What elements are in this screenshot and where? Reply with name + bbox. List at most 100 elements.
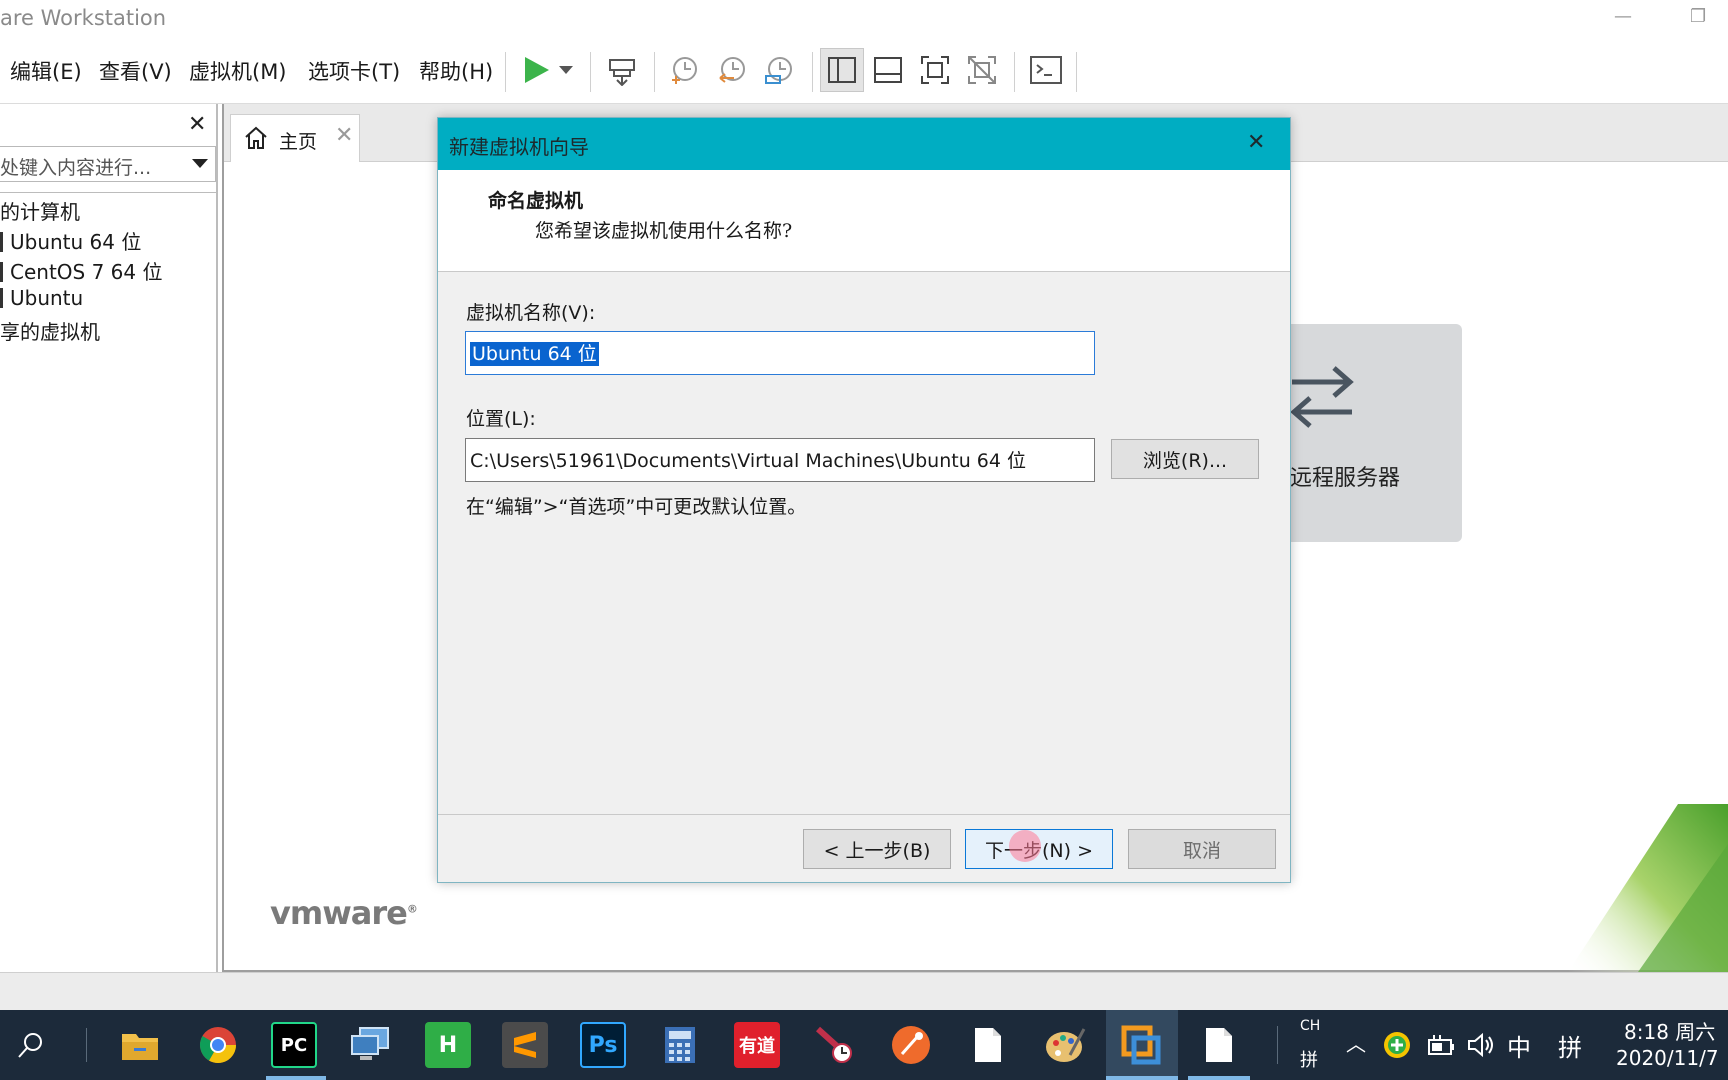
security-tray-icon[interactable] xyxy=(1378,1026,1416,1064)
vm-name-label: 虚拟机名称(V): xyxy=(466,302,596,324)
hbuilder-icon[interactable]: H xyxy=(425,1022,471,1068)
clock-time[interactable]: 8:18 周六 xyxy=(1624,1016,1715,1045)
running-indicator xyxy=(1106,1076,1178,1080)
ime-small-indicator[interactable]: 拼 xyxy=(1300,1046,1318,1072)
dialog-footer-divider xyxy=(438,814,1290,815)
cursor-click-indicator xyxy=(1009,830,1041,862)
windows-taskbar: PC H Ps 有道 CH 拼 ︿ 中 拼 8:18 周六 2020/11/7 xyxy=(0,1010,1728,1080)
tree-item-vm[interactable]: Ubuntu xyxy=(0,286,83,310)
paint-icon[interactable] xyxy=(1042,1022,1088,1068)
vm-icon xyxy=(0,262,3,282)
thumbnail-view-icon[interactable] xyxy=(866,48,910,92)
pycharm-icon[interactable]: PC xyxy=(271,1022,317,1068)
running-indicator xyxy=(266,1076,326,1080)
tree-item-vm[interactable]: CentOS 7 64 位 xyxy=(0,256,162,285)
transfer-arrows-icon xyxy=(1290,366,1354,428)
dialog-close-icon[interactable]: ✕ xyxy=(1247,130,1265,155)
home-icon xyxy=(245,126,267,149)
menu-view[interactable]: 查看(V) xyxy=(99,56,172,86)
location-hint: 在“编辑”>“首选项”中可更改默认位置。 xyxy=(466,496,807,518)
minimize-button[interactable]: — xyxy=(1614,6,1632,27)
postman-icon[interactable] xyxy=(888,1022,934,1068)
menu-tabs[interactable]: 选项卡(T) xyxy=(308,56,400,86)
chevron-down-icon[interactable] xyxy=(192,159,208,168)
file-explorer-icon[interactable] xyxy=(117,1022,163,1068)
vmware-logo: vmware® xyxy=(270,894,418,932)
location-input[interactable]: C:\Users\51961\Documents\Virtual Machine… xyxy=(465,438,1095,482)
browse-button[interactable]: 浏览(R)... xyxy=(1111,439,1259,479)
tab-home-label: 主页 xyxy=(279,131,318,153)
console-icon[interactable] xyxy=(1024,48,1068,92)
toolbar-separator xyxy=(590,52,591,92)
calculator-icon[interactable] xyxy=(657,1022,703,1068)
menu-help[interactable]: 帮助(H) xyxy=(419,56,493,86)
library-search-placeholder: 处键入内容进行... xyxy=(0,157,152,179)
close-tab-icon[interactable]: ✕ xyxy=(335,123,353,148)
screen-pen-icon[interactable] xyxy=(811,1022,857,1068)
volume-icon[interactable] xyxy=(1462,1026,1500,1064)
library-sidebar: ✕ 处键入内容进行... 的计算机 Ubuntu 64 位 CentOS 7 6… xyxy=(0,104,218,972)
vmware-icon[interactable] xyxy=(1118,1022,1164,1068)
manage-snapshots-icon[interactable] xyxy=(757,48,801,92)
vm-icon xyxy=(0,232,3,252)
step-description: 您希望该虚拟机使用什么名称? xyxy=(535,220,793,242)
restore-button[interactable]: ❐ xyxy=(1690,6,1706,27)
cancel-button[interactable]: 取消 xyxy=(1128,829,1276,869)
fullscreen-icon[interactable] xyxy=(913,48,957,92)
dialog-title: 新建虚拟机向导 xyxy=(449,135,589,159)
tree-item-my-computer[interactable]: 的计算机 xyxy=(0,196,80,225)
remote-desktop-icon[interactable] xyxy=(348,1022,394,1068)
tree-item-vm[interactable]: Ubuntu 64 位 xyxy=(0,226,141,255)
ime-pinyin-indicator[interactable]: 拼 xyxy=(1558,1028,1582,1063)
menu-edit[interactable]: 编辑(E) xyxy=(10,56,82,86)
photoshop-icon[interactable]: Ps xyxy=(580,1022,626,1068)
suspend-icon[interactable] xyxy=(600,48,644,92)
menu-toolbar: 编辑(E) 查看(V) 虚拟机(M) 选项卡(T) 帮助(H) xyxy=(0,40,1728,104)
toolbar-separator xyxy=(1076,52,1077,92)
search-icon[interactable] xyxy=(8,1022,54,1068)
youdao-icon[interactable]: 有道 xyxy=(734,1022,780,1068)
file-icon[interactable] xyxy=(965,1022,1011,1068)
taskbar-separator xyxy=(86,1028,87,1062)
location-value: C:\Users\51961\Documents\Virtual Machine… xyxy=(470,450,1027,472)
toolbar-separator xyxy=(654,52,655,92)
toolbar-separator xyxy=(1014,52,1015,92)
clock-date[interactable]: 2020/11/7 xyxy=(1616,1046,1719,1070)
toolbar-separator xyxy=(505,52,506,92)
unity-icon[interactable] xyxy=(960,48,1004,92)
input-language-indicator[interactable]: CH xyxy=(1300,1018,1320,1034)
vm-name-value: Ubuntu 64 位 xyxy=(470,342,599,366)
document-icon[interactable] xyxy=(1196,1022,1242,1068)
location-label: 位置(L): xyxy=(466,408,536,430)
chrome-icon[interactable] xyxy=(195,1022,241,1068)
menu-vm[interactable]: 虚拟机(M) xyxy=(189,56,287,86)
vm-name-input[interactable]: Ubuntu 64 位 xyxy=(465,331,1095,375)
dialog-header: 命名虚拟机 您希望该虚拟机使用什么名称? xyxy=(438,170,1290,272)
play-dropdown-icon[interactable] xyxy=(552,48,580,92)
sublime-icon[interactable] xyxy=(502,1022,548,1068)
new-vm-wizard-dialog: 新建虚拟机向导 ✕ 命名虚拟机 您希望该虚拟机使用什么名称? 虚拟机名称(V):… xyxy=(437,117,1291,883)
taskbar-separator xyxy=(1277,1026,1278,1064)
close-library-icon[interactable]: ✕ xyxy=(188,112,206,137)
tree-item-shared-vms[interactable]: 享的虚拟机 xyxy=(0,316,100,345)
toolbar-separator xyxy=(812,52,813,92)
ime-mode-indicator[interactable]: 中 xyxy=(1507,1028,1531,1063)
remote-server-label: 远程服务器 xyxy=(1290,466,1401,491)
sidebar-view-icon[interactable] xyxy=(820,48,864,92)
sidebar-divider xyxy=(0,192,218,193)
battery-icon[interactable] xyxy=(1422,1026,1460,1064)
step-heading: 命名虚拟机 xyxy=(488,190,584,212)
status-strip xyxy=(0,972,1728,1010)
connect-remote-server-card[interactable]: 远程服务器 xyxy=(1284,324,1462,542)
chevron-up-icon[interactable]: ︿ xyxy=(1346,1028,1366,1057)
title-bar: are Workstation — ❐ xyxy=(0,0,1728,40)
snapshot-icon[interactable] xyxy=(662,48,706,92)
window-title: are Workstation xyxy=(0,6,167,30)
tab-home[interactable]: 主页 ✕ xyxy=(230,114,360,162)
library-search-input[interactable]: 处键入内容进行... xyxy=(0,146,216,182)
vmware-green-graphic xyxy=(1528,804,1728,972)
running-indicator xyxy=(1188,1076,1250,1080)
vm-icon xyxy=(0,288,3,308)
back-button[interactable]: < 上一步(B) xyxy=(803,829,951,869)
revert-snapshot-icon[interactable] xyxy=(710,48,754,92)
